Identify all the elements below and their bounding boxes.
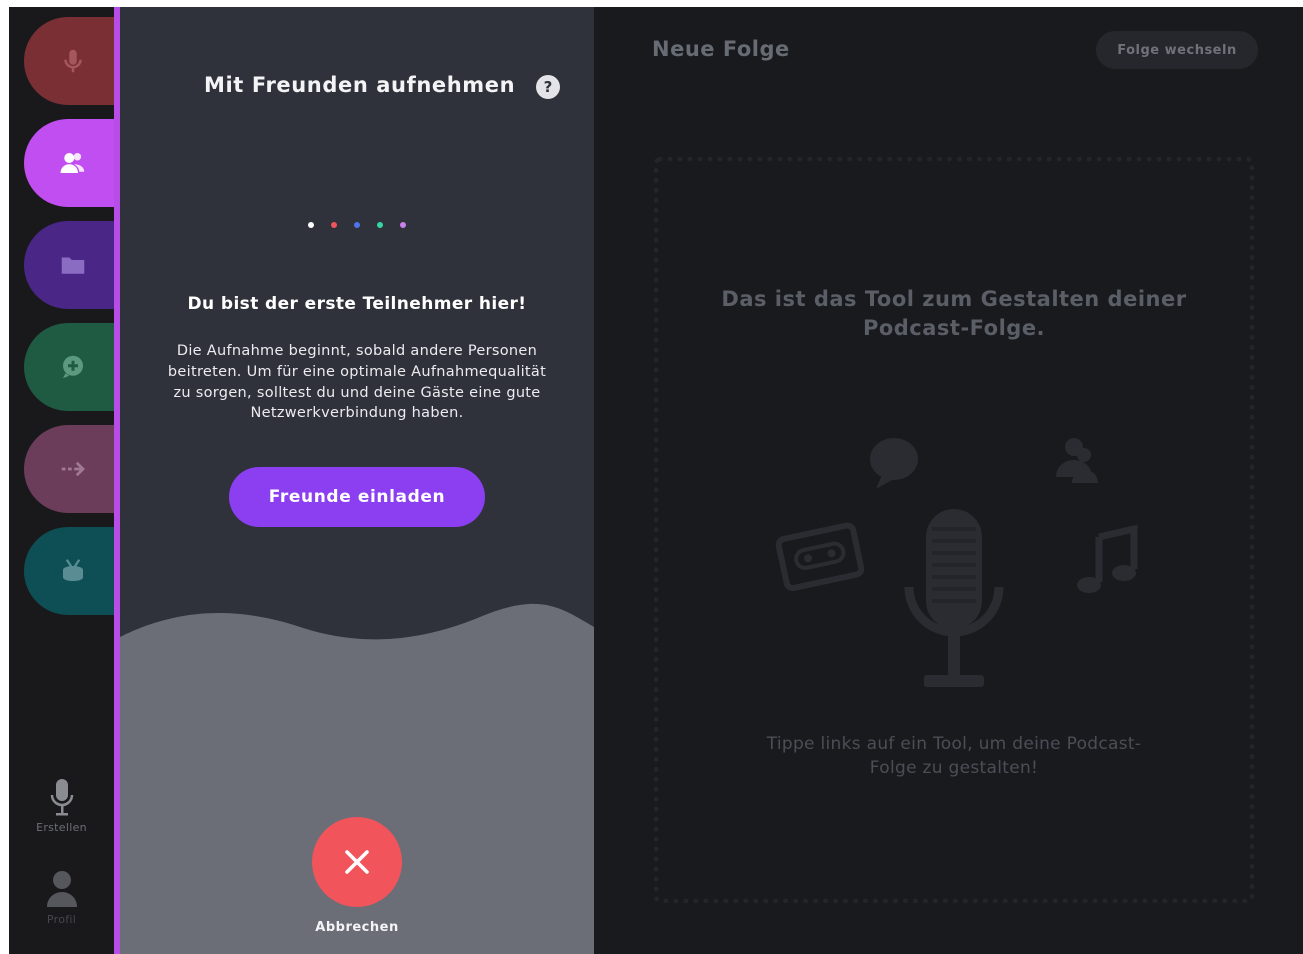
tool-rail: Erstellen Profil (9, 7, 114, 954)
tool-transition[interactable] (24, 425, 114, 513)
microphone-icon (904, 509, 1004, 687)
person-icon (46, 871, 77, 907)
episode-editor: Neue Folge Folge wechseln Das ist das To… (594, 7, 1303, 954)
close-icon (345, 850, 369, 874)
podcast-illustration (775, 438, 1138, 687)
panel-heading: Du bist der erste Teilnehmer hier! (187, 294, 527, 314)
episode-title: Neue Folge (652, 37, 790, 61)
microphone-icon (50, 779, 73, 816)
music-note-icon (1077, 524, 1138, 593)
friends-panel: Mit Freunden aufnehmen ? Du bist der ers… (120, 7, 594, 954)
help-button[interactable]: ? (536, 75, 560, 99)
cancel-button[interactable] (312, 817, 402, 907)
switch-episode-button[interactable]: Folge wechseln (1096, 31, 1258, 69)
question-icon: ? (543, 78, 553, 96)
panel-title: Mit Freunden aufnehmen (204, 73, 516, 97)
people-icon (1056, 438, 1098, 483)
dot-4 (377, 222, 383, 228)
nav-create[interactable]: Erstellen (9, 777, 114, 834)
tool-files[interactable] (24, 221, 114, 309)
microphone-icon (64, 49, 82, 73)
tool-add-sound[interactable] (24, 323, 114, 411)
dropzone-title: Das ist das Tool zum Gestalten deiner Po… (721, 287, 1187, 340)
panel-body: Die Aufnahme beginnt, sobald andere Pers… (167, 343, 547, 422)
nav-create-label: Erstellen (36, 821, 87, 834)
dot-1 (308, 222, 314, 228)
cassette-icon (775, 522, 865, 592)
chat-plus-icon (63, 355, 83, 379)
waiting-dots (120, 222, 594, 228)
dropzone-hint: Tippe links auf ein Tool, um deine Podca… (766, 734, 1142, 778)
dot-3 (354, 222, 360, 228)
tool-friends[interactable] (24, 119, 114, 207)
chat-bubble-icon (870, 438, 918, 489)
app-frame: Erstellen Profil Mit Freunden aufnehmen … (9, 7, 1303, 954)
nav-profile-label: Profil (46, 913, 77, 926)
cancel-label: Abbrechen (315, 920, 399, 935)
folder-icon (61, 257, 85, 274)
dot-5 (400, 222, 406, 228)
tool-jingle[interactable] (24, 527, 114, 615)
drum-icon (63, 559, 83, 581)
dot-2 (331, 222, 337, 228)
invite-friends-button[interactable]: Freunde einladen (229, 467, 485, 527)
tool-record[interactable] (24, 17, 114, 105)
arrow-right-icon (61, 461, 85, 477)
nav-profile[interactable]: Profil (9, 869, 114, 926)
people-icon (60, 153, 85, 173)
